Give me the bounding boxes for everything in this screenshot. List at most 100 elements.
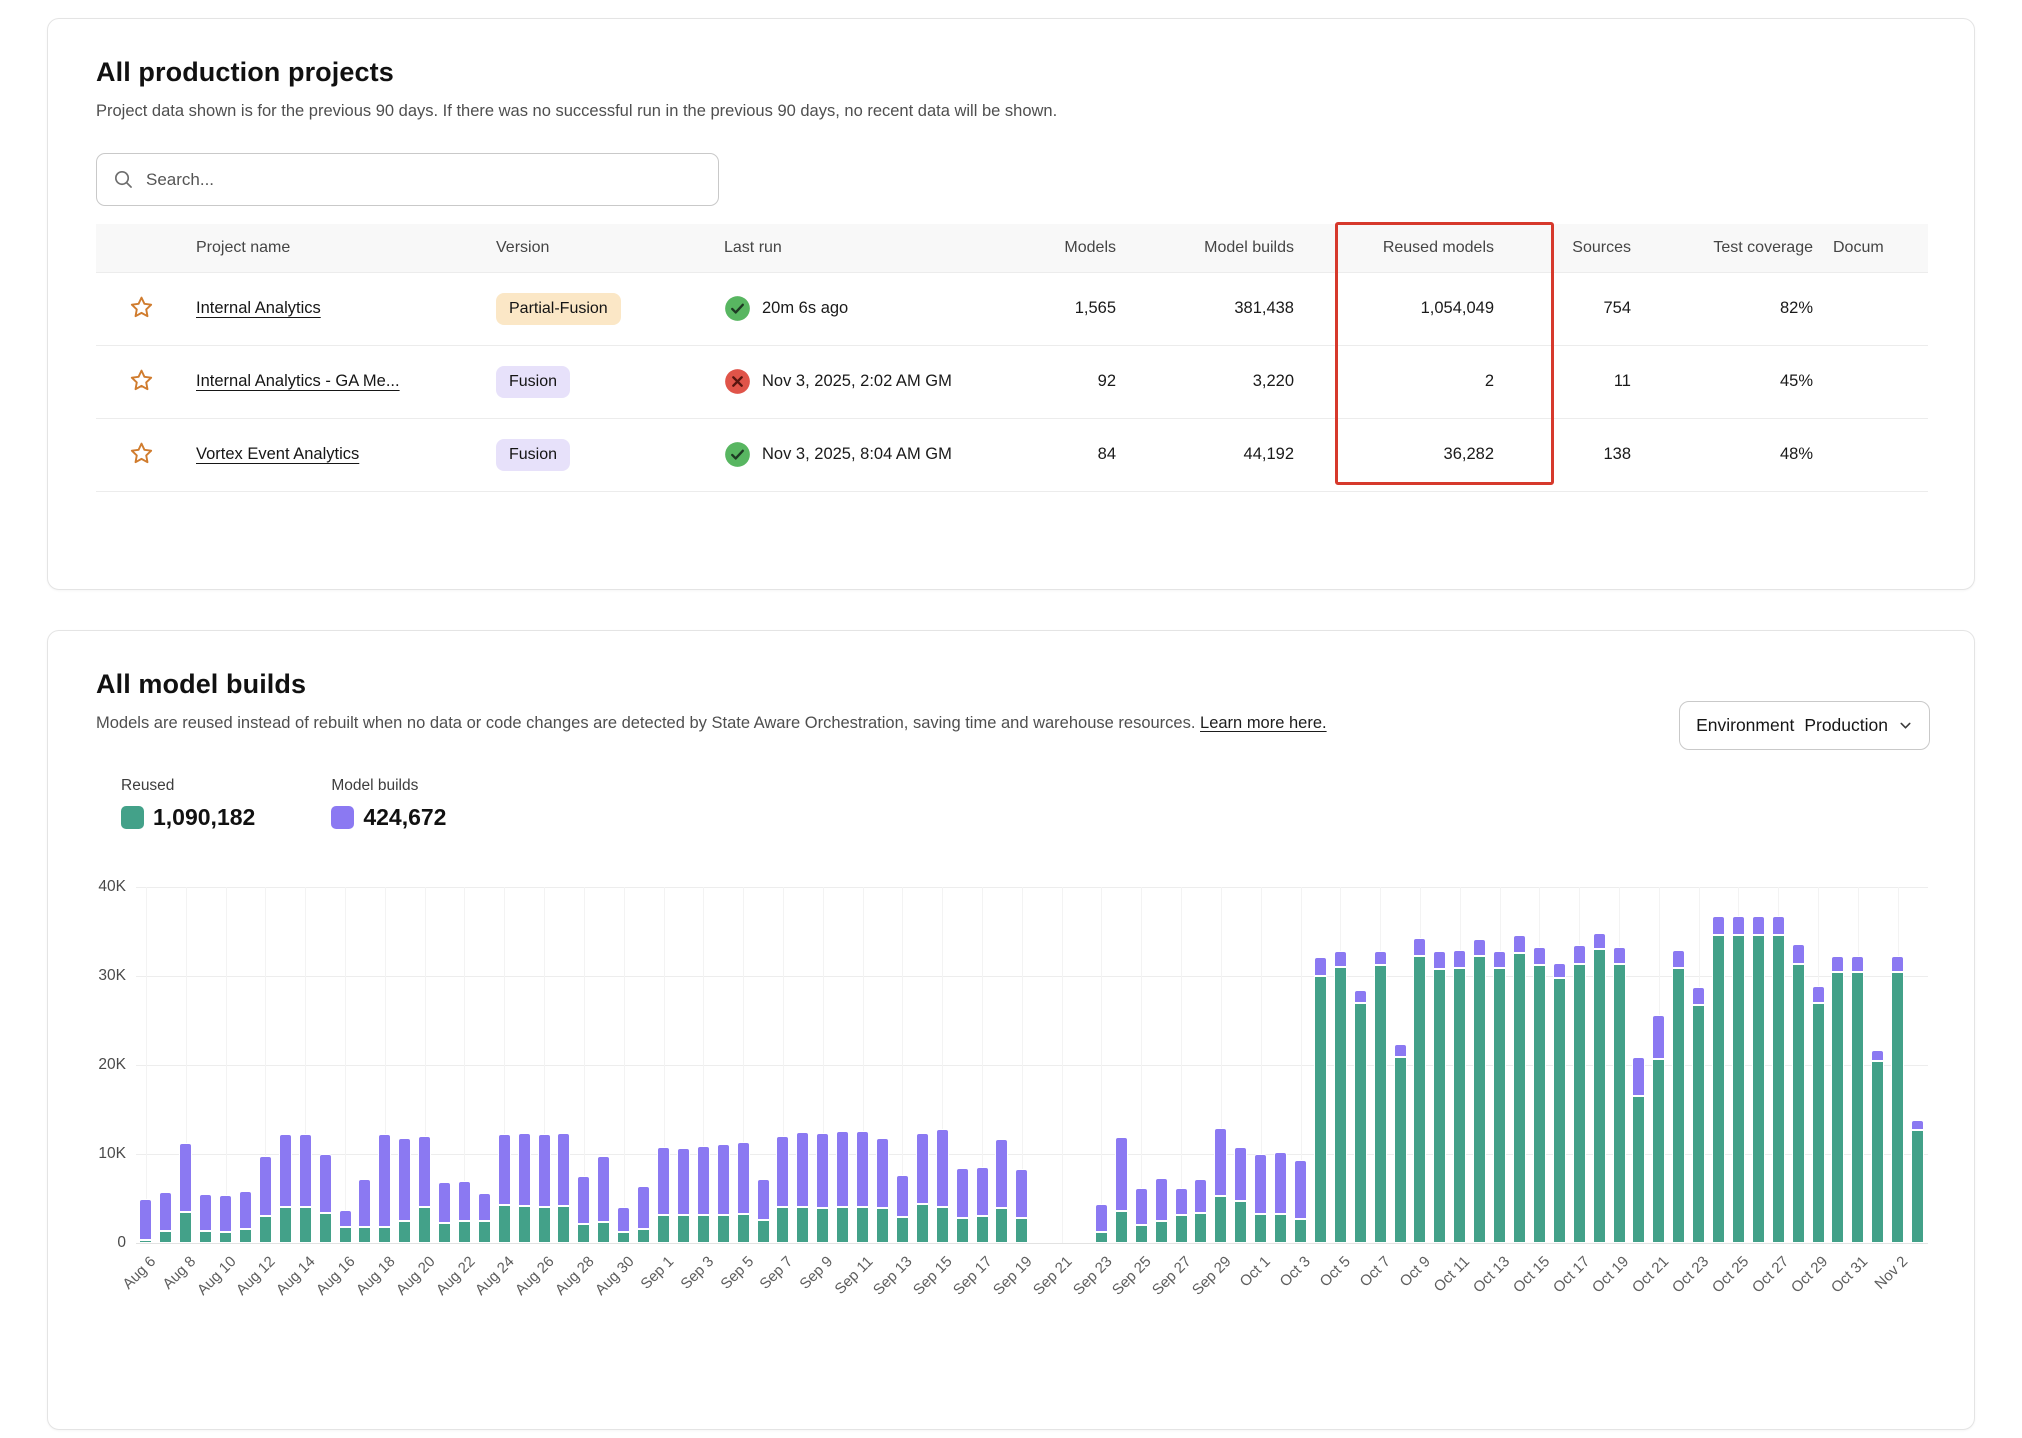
column-header-models[interactable]: Models bbox=[1026, 224, 1126, 272]
bar-slot-oct-30[interactable] bbox=[1828, 887, 1848, 1243]
bar-slot-aug-11[interactable] bbox=[236, 887, 256, 1243]
column-header-test-coverage[interactable]: Test coverage bbox=[1641, 224, 1823, 272]
bar-slot-aug-15[interactable] bbox=[315, 887, 335, 1243]
bar-slot-oct-14[interactable] bbox=[1510, 887, 1530, 1243]
bar-slot-aug-23[interactable] bbox=[474, 887, 494, 1243]
bar-slot-sep-27[interactable]: Sep 27 bbox=[1171, 887, 1191, 1243]
bar-slot-sep-2[interactable] bbox=[673, 887, 693, 1243]
bar-slot-aug-27[interactable] bbox=[554, 887, 574, 1243]
learn-more-link[interactable]: Learn more here. bbox=[1200, 714, 1327, 732]
favorite-star-button[interactable] bbox=[124, 290, 159, 328]
bar-slot-sep-28[interactable] bbox=[1191, 887, 1211, 1243]
bar-slot-sep-18[interactable] bbox=[992, 887, 1012, 1243]
bar-slot-oct-2[interactable] bbox=[1271, 887, 1291, 1243]
bar-slot-oct-15[interactable]: Oct 15 bbox=[1529, 887, 1549, 1243]
bar-slot-oct-1[interactable]: Oct 1 bbox=[1251, 887, 1271, 1243]
bar-slot-oct-17[interactable]: Oct 17 bbox=[1569, 887, 1589, 1243]
bar-slot-aug-22[interactable]: Aug 22 bbox=[455, 887, 475, 1243]
bar-slot-aug-21[interactable] bbox=[435, 887, 455, 1243]
project-table-row[interactable]: Internal AnalyticsPartial-Fusion20m 6s a… bbox=[96, 272, 1928, 345]
bar-slot-oct-23[interactable]: Oct 23 bbox=[1689, 887, 1709, 1243]
bar-slot-aug-10[interactable]: Aug 10 bbox=[216, 887, 236, 1243]
bar-slot-nov-3[interactable] bbox=[1908, 887, 1928, 1243]
project-name-link[interactable]: Vortex Event Analytics bbox=[196, 445, 359, 463]
bar-slot-sep-24[interactable] bbox=[1111, 887, 1131, 1243]
bar-slot-sep-4[interactable] bbox=[713, 887, 733, 1243]
bar-slot-sep-25[interactable]: Sep 25 bbox=[1131, 887, 1151, 1243]
bar-slot-oct-20[interactable] bbox=[1629, 887, 1649, 1243]
bar-slot-sep-14[interactable] bbox=[912, 887, 932, 1243]
bar-slot-aug-17[interactable] bbox=[355, 887, 375, 1243]
bar-slot-sep-29[interactable]: Sep 29 bbox=[1211, 887, 1231, 1243]
bar-slot-oct-21[interactable]: Oct 21 bbox=[1649, 887, 1669, 1243]
bar-slot-aug-24[interactable]: Aug 24 bbox=[494, 887, 514, 1243]
bar-slot-sep-17[interactable]: Sep 17 bbox=[972, 887, 992, 1243]
bar-slot-aug-9[interactable] bbox=[196, 887, 216, 1243]
favorite-star-button[interactable] bbox=[124, 363, 159, 401]
bar-slot-oct-5[interactable]: Oct 5 bbox=[1330, 887, 1350, 1243]
bar-slot-oct-25[interactable]: Oct 25 bbox=[1729, 887, 1749, 1243]
bar-slot-sep-23[interactable]: Sep 23 bbox=[1092, 887, 1112, 1243]
bar-slot-oct-12[interactable] bbox=[1470, 887, 1490, 1243]
bar-slot-aug-14[interactable]: Aug 14 bbox=[295, 887, 315, 1243]
column-header-sources[interactable]: Sources bbox=[1504, 224, 1641, 272]
bar-slot-sep-10[interactable] bbox=[833, 887, 853, 1243]
bar-slot-oct-8[interactable] bbox=[1390, 887, 1410, 1243]
bar-slot-oct-31[interactable]: Oct 31 bbox=[1848, 887, 1868, 1243]
bar-slot-oct-13[interactable]: Oct 13 bbox=[1490, 887, 1510, 1243]
bar-slot-aug-30[interactable]: Aug 30 bbox=[614, 887, 634, 1243]
project-name-link[interactable]: Internal Analytics - GA Me... bbox=[196, 372, 400, 390]
bar-slot-sep-6[interactable] bbox=[753, 887, 773, 1243]
bar-slot-aug-26[interactable]: Aug 26 bbox=[534, 887, 554, 1243]
bar-slot-sep-26[interactable] bbox=[1151, 887, 1171, 1243]
bar-slot-oct-22[interactable] bbox=[1669, 887, 1689, 1243]
bar-slot-oct-26[interactable] bbox=[1748, 887, 1768, 1243]
bar-slot-aug-16[interactable]: Aug 16 bbox=[335, 887, 355, 1243]
project-table-row[interactable]: Internal Analytics - GA Me...FusionNov 3… bbox=[96, 345, 1928, 418]
bar-slot-aug-20[interactable]: Aug 20 bbox=[415, 887, 435, 1243]
bar-slot-aug-18[interactable]: Aug 18 bbox=[375, 887, 395, 1243]
bar-slot-aug-19[interactable] bbox=[395, 887, 415, 1243]
column-header-reused-models[interactable]: Reused models bbox=[1304, 224, 1504, 272]
bar-slot-sep-5[interactable]: Sep 5 bbox=[733, 887, 753, 1243]
bar-slot-aug-31[interactable] bbox=[634, 887, 654, 1243]
bar-slot-sep-3[interactable]: Sep 3 bbox=[693, 887, 713, 1243]
search-input[interactable] bbox=[146, 170, 702, 190]
bar-slot-oct-16[interactable] bbox=[1549, 887, 1569, 1243]
bar-slot-sep-30[interactable] bbox=[1231, 887, 1251, 1243]
bar-slot-oct-27[interactable]: Oct 27 bbox=[1768, 887, 1788, 1243]
bar-slot-aug-6[interactable]: Aug 6 bbox=[136, 887, 156, 1243]
bar-slot-oct-19[interactable]: Oct 19 bbox=[1609, 887, 1629, 1243]
bar-slot-sep-7[interactable]: Sep 7 bbox=[773, 887, 793, 1243]
bar-slot-sep-11[interactable]: Sep 11 bbox=[853, 887, 873, 1243]
column-header-docum[interactable]: Docum bbox=[1823, 224, 1928, 272]
bar-slot-aug-8[interactable]: Aug 8 bbox=[176, 887, 196, 1243]
bar-slot-oct-9[interactable]: Oct 9 bbox=[1410, 887, 1430, 1243]
bar-slot-oct-7[interactable]: Oct 7 bbox=[1370, 887, 1390, 1243]
bar-slot-sep-8[interactable] bbox=[793, 887, 813, 1243]
bar-slot-nov-1[interactable] bbox=[1868, 887, 1888, 1243]
project-table-row[interactable]: Vortex Event AnalyticsFusionNov 3, 2025,… bbox=[96, 418, 1928, 491]
bar-slot-oct-18[interactable] bbox=[1589, 887, 1609, 1243]
bar-slot-aug-7[interactable] bbox=[156, 887, 176, 1243]
column-header-project-name[interactable]: Project name bbox=[186, 224, 486, 272]
bar-slot-sep-13[interactable]: Sep 13 bbox=[892, 887, 912, 1243]
bar-slot-sep-15[interactable]: Sep 15 bbox=[932, 887, 952, 1243]
bar-slot-aug-13[interactable] bbox=[275, 887, 295, 1243]
project-name-link[interactable]: Internal Analytics bbox=[196, 299, 321, 317]
bar-slot-nov-2[interactable]: Nov 2 bbox=[1888, 887, 1908, 1243]
bar-slot-oct-10[interactable] bbox=[1430, 887, 1450, 1243]
bar-slot-oct-28[interactable] bbox=[1788, 887, 1808, 1243]
bar-slot-oct-11[interactable]: Oct 11 bbox=[1450, 887, 1470, 1243]
bar-slot-oct-24[interactable] bbox=[1709, 887, 1729, 1243]
bar-slot-aug-12[interactable]: Aug 12 bbox=[255, 887, 275, 1243]
bar-slot-sep-9[interactable]: Sep 9 bbox=[813, 887, 833, 1243]
column-header-version[interactable]: Version bbox=[486, 224, 714, 272]
bar-slot-oct-6[interactable] bbox=[1350, 887, 1370, 1243]
bar-slot-oct-3[interactable]: Oct 3 bbox=[1291, 887, 1311, 1243]
environment-select[interactable]: Environment Production bbox=[1679, 701, 1930, 750]
bar-slot-sep-16[interactable] bbox=[952, 887, 972, 1243]
bar-slot-aug-25[interactable] bbox=[514, 887, 534, 1243]
column-header-model-builds[interactable]: Model builds bbox=[1126, 224, 1304, 272]
bar-slot-oct-29[interactable]: Oct 29 bbox=[1808, 887, 1828, 1243]
